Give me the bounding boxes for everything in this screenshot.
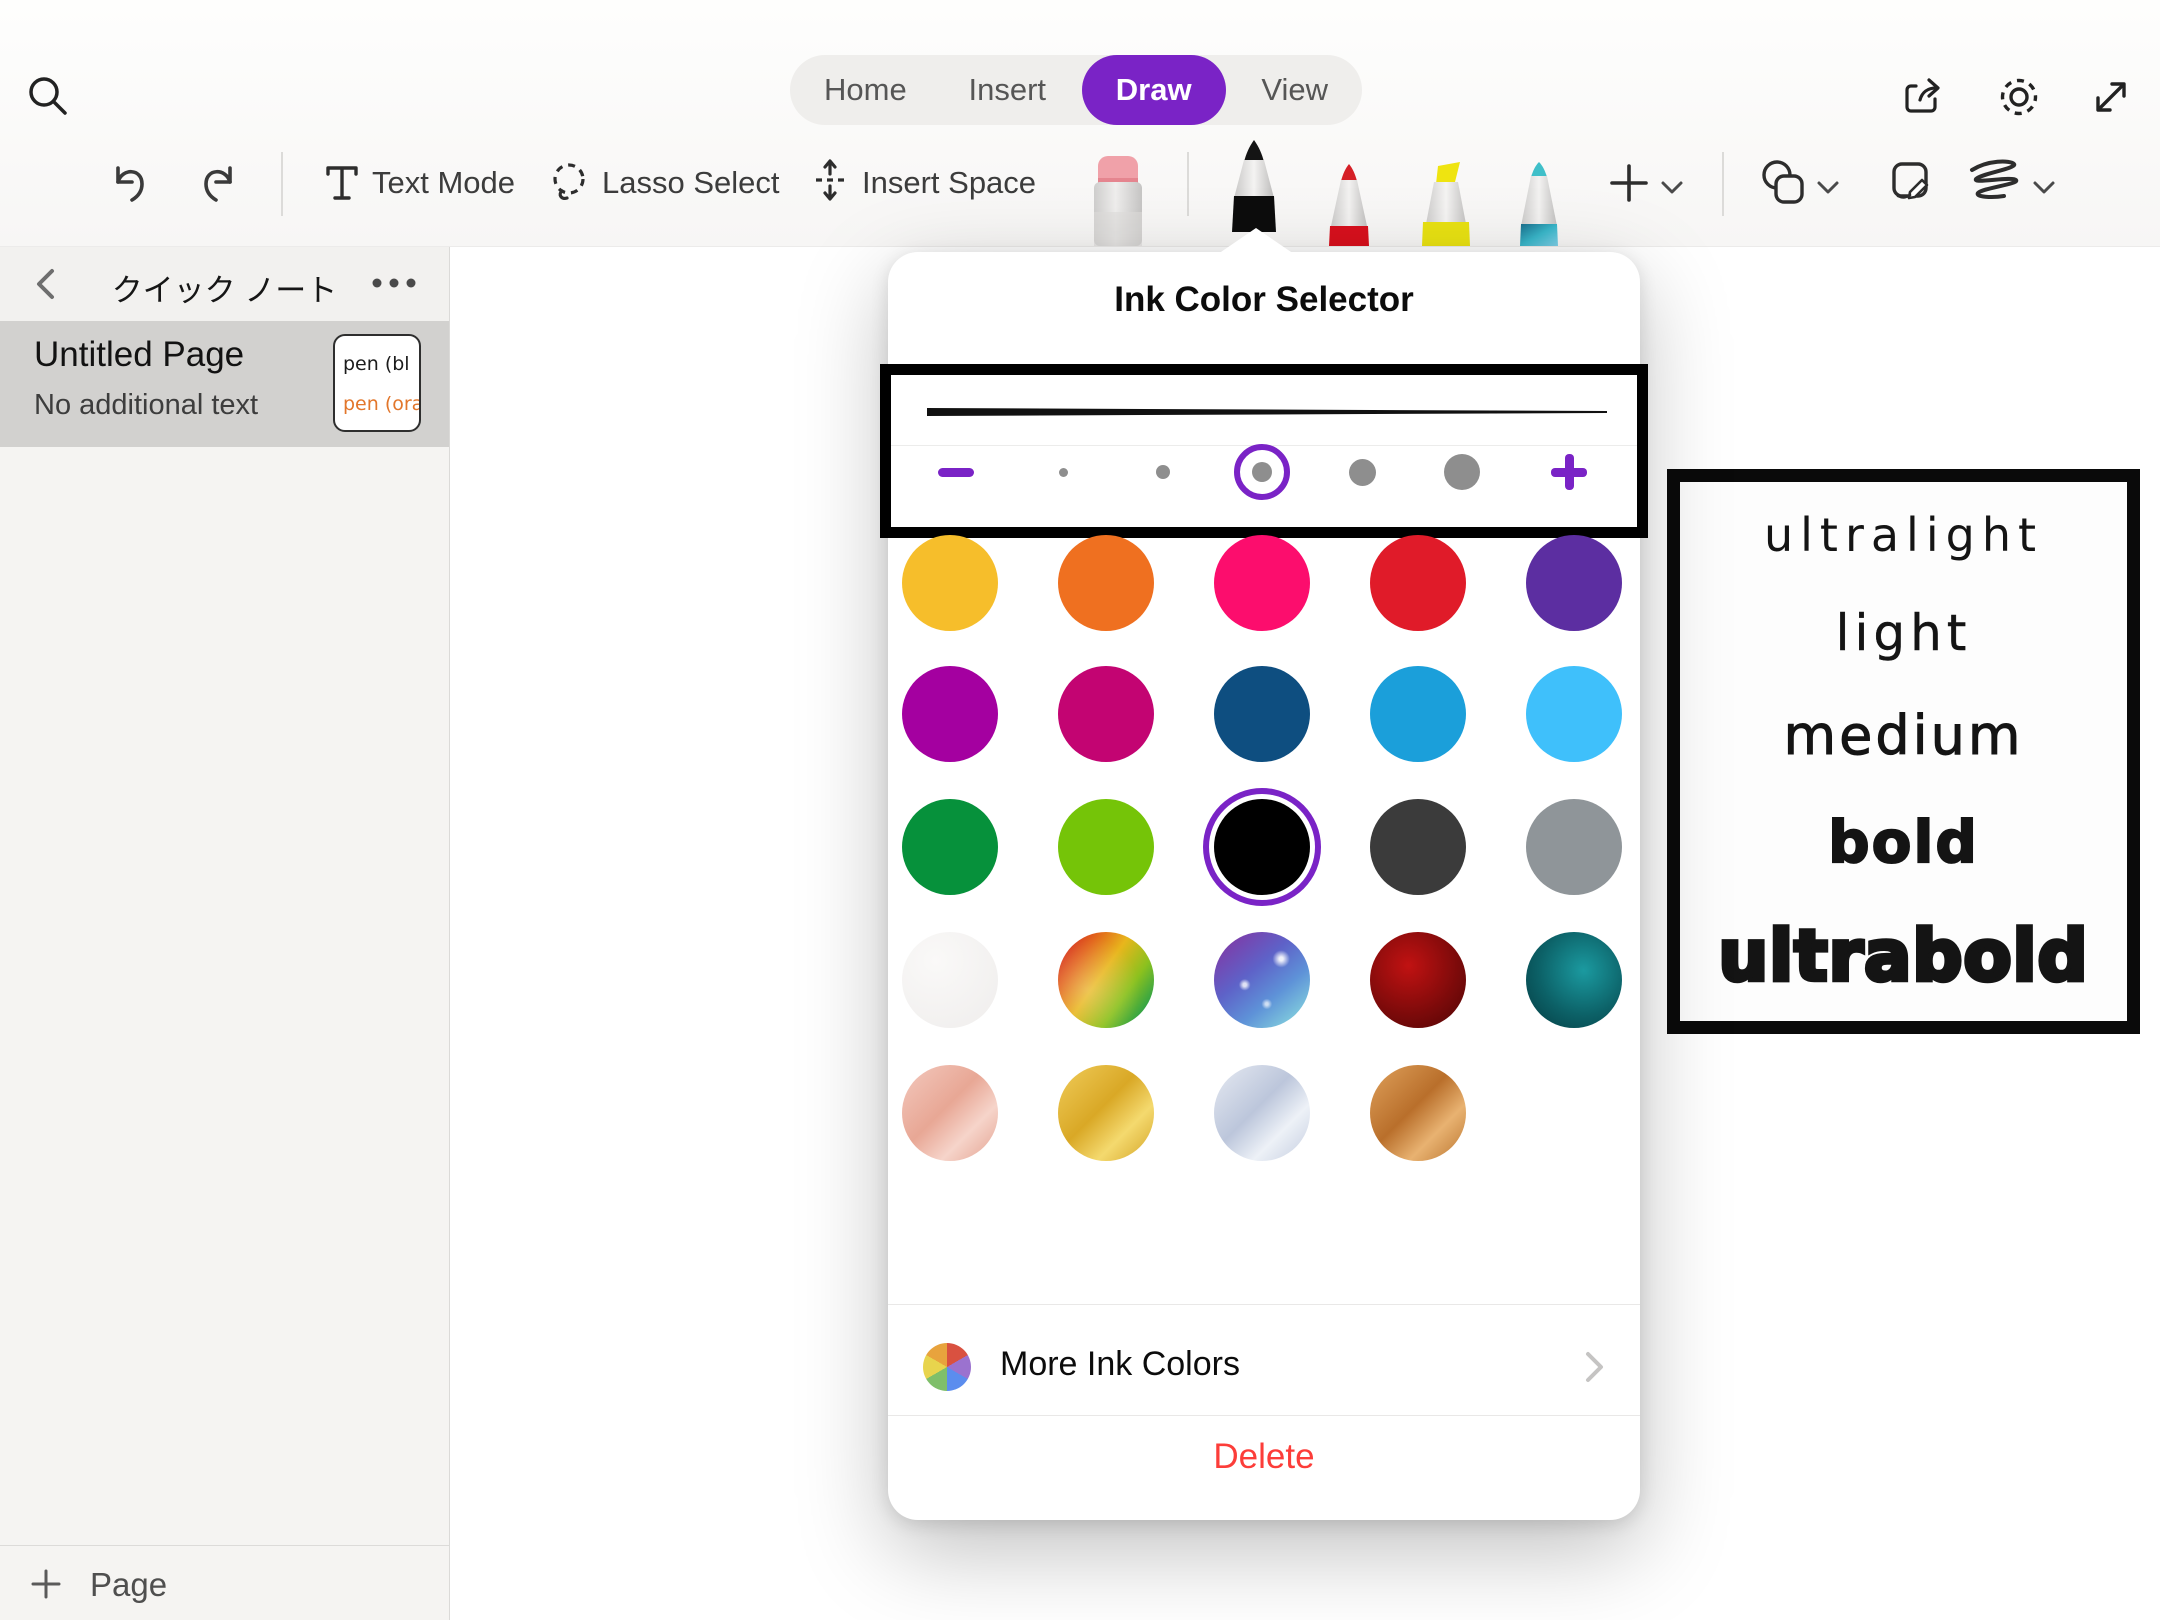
toolbar-divider [1187, 152, 1189, 216]
swatch-magenta[interactable] [902, 666, 998, 762]
chevron-down-icon[interactable] [2032, 180, 2056, 196]
swatch-gold[interactable] [1058, 1065, 1154, 1161]
teal-pencil-tool[interactable] [1510, 162, 1568, 246]
increase-size-button[interactable] [1551, 454, 1587, 490]
lasso-select-button[interactable]: Lasso Select [602, 160, 780, 206]
redo-icon[interactable] [196, 158, 244, 206]
tab-insert[interactable]: Insert [942, 55, 1072, 125]
toolbar-divider [1722, 152, 1724, 216]
swatch-green[interactable] [902, 799, 998, 895]
chevron-right-icon [1584, 1350, 1606, 1384]
chevron-down-icon[interactable] [1816, 180, 1840, 196]
black-pen-tool-selected[interactable] [1216, 140, 1292, 232]
ink-effects-scribble-icon[interactable] [1966, 158, 2022, 204]
popup-title: Ink Color Selector [888, 280, 1640, 320]
eraser-tool[interactable] [1086, 154, 1150, 246]
top-toolbar: Home Insert Draw View [0, 0, 2160, 247]
ink-color-selector-popup: Ink Color Selector More Ink Colors Delet… [888, 252, 1640, 1520]
swatch-dark-blue[interactable] [1214, 666, 1310, 762]
text-mode-icon[interactable] [320, 160, 364, 204]
swatch-bronze[interactable] [1370, 1065, 1466, 1161]
swatch-silver[interactable] [1214, 1065, 1310, 1161]
stroke-weight-sample-box: ultralight light medium bold ultrabold [1667, 469, 2140, 1034]
page-with-pen-icon[interactable] [1886, 156, 1936, 206]
chevron-down-icon[interactable] [1660, 180, 1684, 196]
insert-space-button[interactable]: Insert Space [862, 160, 1036, 206]
weight-sample-ultrabold: ultrabold [1718, 921, 2088, 991]
onenote-draw-screen: Home Insert Draw View [0, 0, 2160, 1620]
page-list-sidebar: クイック ノート Untitled Page No additional tex… [0, 247, 450, 1620]
size-dot-4[interactable] [1349, 459, 1376, 486]
swatch-lime[interactable] [1058, 799, 1154, 895]
swatch-blue[interactable] [1370, 666, 1466, 762]
page-thumbnail: pen (bl pen (ora [333, 334, 421, 432]
swatch-light-blue[interactable] [1526, 666, 1622, 762]
swatch-raspberry[interactable] [1058, 666, 1154, 762]
search-icon[interactable] [24, 72, 72, 120]
more-options-ellipsis-icon[interactable] [371, 277, 417, 289]
sidebar-footer: Page [0, 1545, 449, 1620]
tab-draw[interactable]: Draw [1082, 55, 1226, 125]
weight-sample-medium: medium [1784, 709, 2024, 763]
tab-view[interactable]: View [1235, 55, 1354, 125]
size-dot-2[interactable] [1156, 465, 1170, 479]
swatch-amber[interactable] [902, 535, 998, 631]
tab-home[interactable]: Home [798, 55, 933, 125]
swatch-gray[interactable] [1526, 799, 1622, 895]
toolbar-divider [281, 152, 283, 216]
yellow-highlighter-tool[interactable] [1408, 160, 1484, 246]
shapes-icon[interactable] [1756, 156, 1808, 208]
thumbnail-ink-line: pen (bl [343, 344, 419, 384]
size-dot-3-selected[interactable] [1252, 462, 1272, 482]
more-ink-colors-label: More Ink Colors [1000, 1345, 1240, 1384]
text-mode-button[interactable]: Text Mode [372, 160, 515, 206]
page-list-item-selected[interactable]: Untitled Page No additional text pen (bl… [0, 321, 449, 447]
insert-space-icon[interactable] [806, 156, 854, 204]
sidebar-header: クイック ノート [0, 247, 449, 321]
color-wheel-icon [923, 1343, 971, 1391]
swatch-white[interactable] [902, 932, 998, 1028]
swatch-pink[interactable] [1214, 535, 1310, 631]
popup-separator [888, 1415, 1640, 1416]
swatch-red[interactable] [1370, 535, 1466, 631]
size-dot-1[interactable] [1059, 468, 1068, 477]
weight-sample-light: light [1836, 608, 1972, 658]
add-pen-plus-icon[interactable] [1606, 160, 1652, 206]
add-page-button[interactable]: Page [90, 1562, 167, 1608]
red-pen-tool[interactable] [1318, 164, 1380, 246]
size-dot-5[interactable] [1444, 454, 1480, 490]
share-icon[interactable] [1902, 74, 1948, 120]
swatch-galaxy[interactable] [1214, 932, 1310, 1028]
add-page-plus-icon[interactable] [30, 1568, 62, 1600]
undo-icon[interactable] [104, 158, 152, 206]
decrease-size-button[interactable] [938, 468, 974, 477]
swatch-rose-gold[interactable] [902, 1065, 998, 1161]
swatch-orange[interactable] [1058, 535, 1154, 631]
swatch-purple[interactable] [1526, 535, 1622, 631]
weight-sample-bold: bold [1828, 813, 1979, 871]
swatch-dark-gray[interactable] [1370, 799, 1466, 895]
delete-pen-button[interactable]: Delete [888, 1437, 1640, 1477]
thumbnail-ink-line: pen (ora [343, 384, 419, 424]
stroke-width-preview [927, 401, 1607, 423]
popup-separator [888, 1304, 1640, 1305]
swatch-rainbow-glitter[interactable] [1058, 932, 1154, 1028]
page-subtitle: No additional text [34, 389, 258, 422]
settings-gear-icon[interactable] [1994, 72, 2044, 122]
page-title: Untitled Page [34, 335, 244, 375]
weight-sample-ultralight: ultralight [1764, 512, 2043, 558]
swatch-dark-teal[interactable] [1526, 932, 1622, 1028]
popup-pointer-arrow [1218, 228, 1294, 254]
ribbon-tab-bar: Home Insert Draw View [790, 55, 1362, 125]
expand-icon[interactable] [2088, 74, 2134, 120]
swatch-dark-red[interactable] [1370, 932, 1466, 1028]
lasso-select-icon[interactable] [546, 158, 592, 204]
swatch-black-selected[interactable] [1214, 799, 1310, 895]
stroke-width-panel [880, 364, 1648, 538]
